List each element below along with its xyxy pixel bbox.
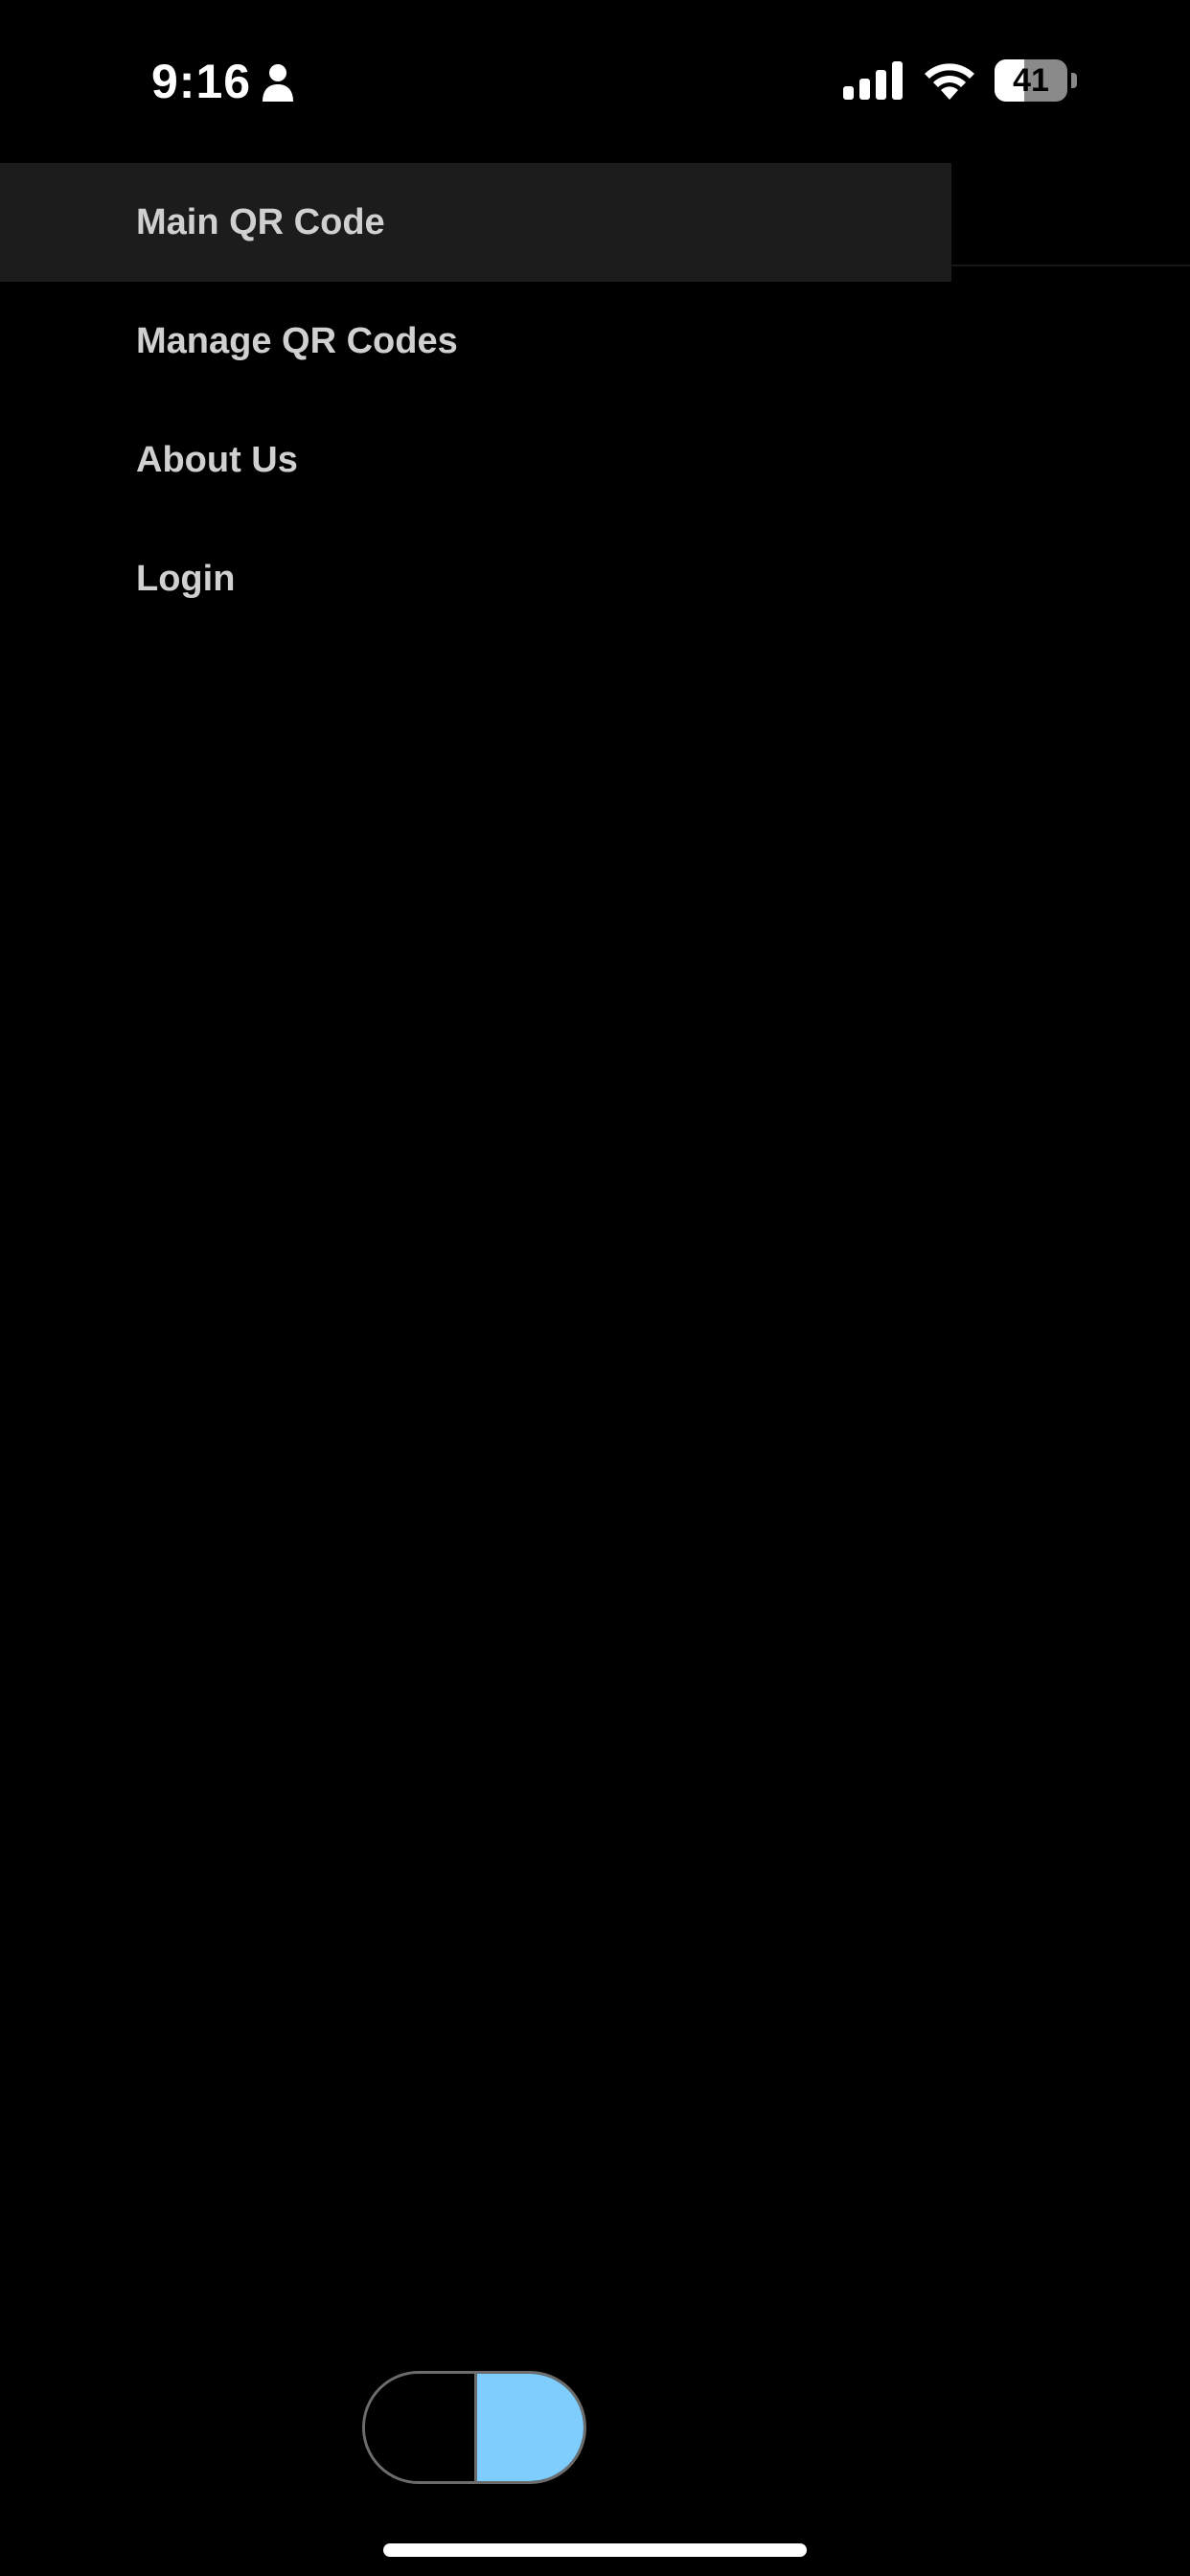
drawer-item-login[interactable]: Login	[0, 519, 951, 638]
theme-toggle-right-option[interactable]	[474, 2374, 584, 2481]
battery-body: 41	[995, 59, 1067, 102]
theme-toggle-left-option[interactable]	[365, 2374, 474, 2481]
cellular-signal-icon	[843, 61, 903, 100]
home-indicator[interactable]	[383, 2543, 807, 2557]
drawer-item-about-us[interactable]: About Us	[0, 401, 951, 519]
drawer-item-label: Login	[136, 559, 236, 599]
drawer-item-main-qr-code[interactable]: Main QR Code	[0, 163, 951, 282]
battery-level: 41	[1013, 62, 1049, 99]
person-icon	[263, 64, 293, 102]
drawer-item-label: Manage QR Codes	[136, 321, 458, 361]
battery-cap	[1071, 73, 1077, 88]
theme-toggle[interactable]	[362, 2371, 586, 2484]
drawer-item-label: About Us	[136, 440, 298, 480]
wifi-icon	[925, 63, 974, 100]
drawer-item-manage-qr-codes[interactable]: Manage QR Codes	[0, 282, 951, 401]
battery-icon: 41	[995, 59, 1077, 102]
drawer-item-label: Main QR Code	[136, 202, 385, 242]
status-bar: 9:16 41	[0, 0, 1190, 163]
header-divider	[951, 264, 1190, 266]
navigation-drawer: Main QR Code Manage QR Codes About Us Lo…	[0, 163, 951, 2576]
status-time: 9:16	[151, 55, 252, 108]
